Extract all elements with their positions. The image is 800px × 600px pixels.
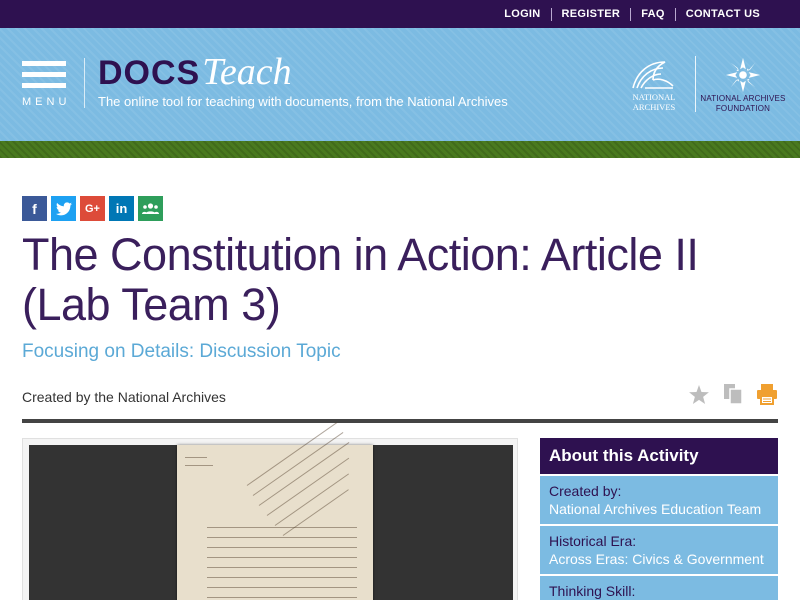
classroom-share-button[interactable] xyxy=(138,196,163,221)
menu-label: MENU xyxy=(22,96,71,108)
doc-ink xyxy=(207,537,357,538)
doc-ink xyxy=(207,567,357,568)
menu-bar xyxy=(22,72,66,77)
about-item-created-by: Created by: National Archives Education … xyxy=(540,476,778,524)
linkedin-share-button[interactable]: in xyxy=(109,196,134,221)
green-accent-bar xyxy=(0,141,800,158)
document-viewer-canvas[interactable] xyxy=(29,421,513,600)
document-viewer xyxy=(22,421,518,600)
header-divider xyxy=(84,58,85,108)
foundation-text: NATIONAL ARCHIVES FOUNDATION xyxy=(700,94,786,113)
register-link[interactable]: REGISTER xyxy=(552,7,631,21)
print-button[interactable] xyxy=(756,383,778,405)
faq-link[interactable]: FAQ xyxy=(631,7,675,21)
about-item-thinking-skill: Thinking Skill: xyxy=(540,576,778,600)
about-item-value[interactable]: Across Eras: Civics & Government xyxy=(549,550,769,569)
doc-ink xyxy=(207,547,357,548)
about-item-historical-era: Historical Era: Across Eras: Civics & Go… xyxy=(540,526,778,574)
doc-ink xyxy=(185,457,207,458)
google-plus-icon: G+ xyxy=(85,202,100,215)
about-item-label: Created by: xyxy=(549,483,622,499)
favorite-button[interactable] xyxy=(688,383,710,405)
classroom-icon xyxy=(142,203,159,214)
login-link[interactable]: LOGIN xyxy=(494,7,550,21)
historical-document-image[interactable] xyxy=(177,421,373,600)
about-item-value[interactable]: National Archives Education Team xyxy=(549,500,769,519)
header-divider xyxy=(695,56,696,112)
logo-teach: Teach xyxy=(202,51,292,93)
star-icon xyxy=(689,384,709,404)
top-bar: LOGIN REGISTER FAQ CONTACT US xyxy=(0,0,800,28)
doc-ink xyxy=(207,557,357,558)
linkedin-icon: in xyxy=(115,201,128,216)
copy-button[interactable] xyxy=(722,383,744,405)
site-header: MENU DOCS Teach The online tool for teac… xyxy=(0,28,800,141)
print-icon xyxy=(757,384,777,405)
doc-ink xyxy=(207,587,357,588)
doc-ink xyxy=(274,473,350,526)
menu-bar xyxy=(22,83,66,88)
doc-ink xyxy=(207,527,357,528)
doc-ink xyxy=(207,577,357,578)
section-divider xyxy=(22,419,778,423)
facebook-icon: f xyxy=(32,200,37,217)
docsteach-logo[interactable]: DOCS Teach xyxy=(98,50,292,94)
menu-button[interactable]: MENU xyxy=(22,61,68,111)
tagline: The online tool for teaching with docume… xyxy=(98,94,508,109)
twitter-icon xyxy=(55,201,72,215)
national-archives-text: NATIONAL ARCHIVES xyxy=(632,92,676,112)
page-subtitle: Focusing on Details: Discussion Topic xyxy=(22,341,341,362)
facebook-share-button[interactable]: f xyxy=(22,196,47,221)
logo-docs: DOCS xyxy=(98,54,201,92)
activity-actions xyxy=(688,383,778,405)
contact-us-link[interactable]: CONTACT US xyxy=(676,7,770,21)
twitter-share-button[interactable] xyxy=(51,196,76,221)
doc-ink xyxy=(185,465,213,466)
doc-ink xyxy=(266,457,350,516)
copy-icon xyxy=(724,384,743,405)
created-by-text: Created by the National Archives xyxy=(22,389,226,405)
menu-bar xyxy=(22,61,66,66)
google-plus-share-button[interactable]: G+ xyxy=(80,196,105,221)
page-title: The Constitution in Action: Article II (… xyxy=(22,229,699,330)
about-item-label: Thinking Skill: xyxy=(549,583,636,599)
foundation-star-icon[interactable] xyxy=(724,56,762,94)
doc-ink xyxy=(207,597,357,598)
share-buttons: f G+ in xyxy=(22,196,163,221)
about-activity-panel: About this Activity Created by: National… xyxy=(540,438,778,600)
about-item-label: Historical Era: xyxy=(549,533,637,549)
top-nav: LOGIN REGISTER FAQ CONTACT US xyxy=(494,0,770,28)
about-activity-heading: About this Activity xyxy=(540,438,778,474)
